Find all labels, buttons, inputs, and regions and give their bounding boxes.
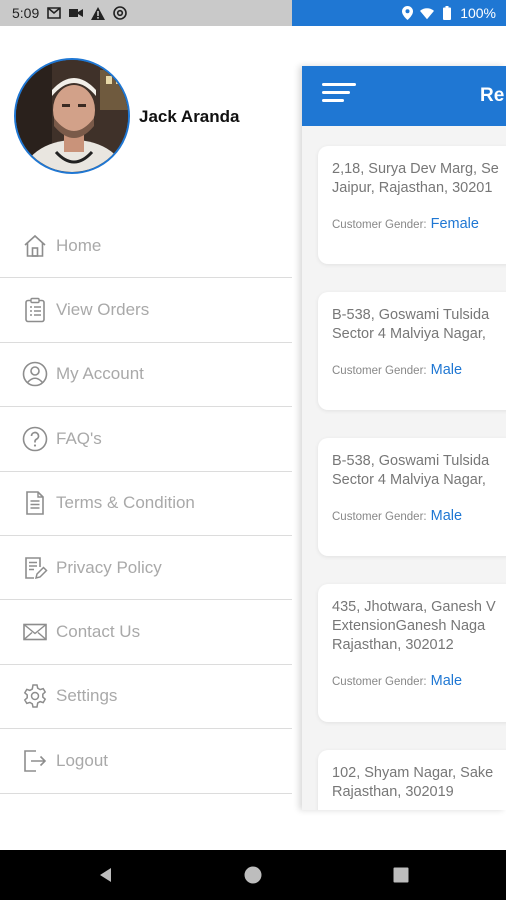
wifi-icon [420,6,435,20]
menu-item-logout[interactable]: Logout [0,729,292,794]
system-navigation-bar [0,850,506,900]
menu-label: Privacy Policy [56,557,162,577]
menu-item-view-orders[interactable]: View Orders [0,278,292,343]
customer-gender-label: Customer Gender: [332,676,427,688]
home-icon [24,234,46,257]
customer-gender: Customer Gender: Female [332,216,506,232]
recents-icon[interactable] [391,865,411,885]
menu-button[interactable] [322,83,356,109]
menu-item-settings[interactable]: Settings [0,665,292,730]
menu-label: FAQ's [56,428,102,448]
order-card[interactable]: 2,18, Surya Dev Marg, Se Jaipur, Rajasth… [318,146,506,264]
battery-level: 100% [460,5,496,21]
back-icon[interactable] [96,865,116,885]
logout-icon [24,750,47,772]
gear-icon [23,684,47,709]
customer-gender: Customer Gender: Male [332,508,506,524]
status-time: 5:09 [12,5,40,21]
menu-label: Contact Us [56,622,141,642]
drawer-menu: Home View Orders My Account FAQ's Terms … [0,214,292,794]
status-bar-left: 5:09 [0,0,292,26]
order-address: 2,18, Surya Dev Marg, Se Jaipur, Rajasth… [332,161,499,196]
menu-item-terms[interactable]: Terms & Condition [0,472,292,536]
customer-gender-value: Male [430,508,463,524]
home-circle-icon[interactable] [243,865,263,885]
hamburger-line [322,99,344,102]
menu-label: Settings [56,686,118,706]
menu-item-privacy-policy[interactable]: Privacy Policy [0,536,292,601]
customer-gender: Customer Gender: Male [332,673,506,689]
customer-gender-label: Customer Gender: [332,365,427,377]
menu-label: My Account [56,364,144,384]
customer-gender-label: Customer Gender: [332,219,427,231]
warning-icon [91,6,106,20]
menu-label: Terms & Condition [56,493,195,513]
orders-screen: Re 2,18, Surya Dev Marg, Se Jaipur, Raja… [302,66,506,810]
status-bar-right: 100% [292,0,506,26]
hamburger-line [322,83,356,86]
header-title: Re [480,85,505,106]
profile-photo [16,60,128,172]
menu-label: Home [56,235,102,255]
menu-label: View Orders [56,300,150,320]
menu-item-contact-us[interactable]: Contact Us [0,600,292,665]
question-icon [22,426,48,452]
avatar[interactable] [14,58,130,174]
customer-gender-value: Male [430,362,463,378]
location-icon [400,6,414,20]
order-address: 435, Jhotwara, Ganesh V ExtensionGanesh … [332,599,496,653]
document-icon [26,491,44,516]
hamburger-line [322,91,350,94]
customer-gender-value: Male [430,673,463,689]
order-address: 102, Shyam Nagar, Sake Rajasthan, 302019 [332,765,494,800]
clipboard-icon [25,297,45,323]
envelope-icon [23,623,47,641]
battery-icon [440,6,454,20]
order-card[interactable]: 435, Jhotwara, Ganesh V ExtensionGanesh … [318,584,506,722]
order-card[interactable]: B-538, Goswami Tulsida Sector 4 Malviya … [318,438,506,556]
navigation-drawer: Jack Aranda Home View Orders My Account … [0,26,292,850]
status-bar: 5:09 100% [0,0,506,26]
policy-edit-icon [25,556,48,579]
menu-item-home[interactable]: Home [0,214,292,279]
customer-gender-value: Female [430,216,479,232]
gmail-icon [47,6,62,20]
at-sign-icon [113,6,128,20]
order-card[interactable]: B-538, Goswami Tulsida Sector 4 Malviya … [318,292,506,410]
menu-item-faqs[interactable]: FAQ's [0,407,292,472]
menu-label: Logout [56,750,108,770]
order-card[interactable]: 102, Shyam Nagar, Sake Rajasthan, 302019 [318,750,506,810]
order-address: B-538, Goswami Tulsida Sector 4 Malviya … [332,453,490,488]
customer-gender-label: Customer Gender: [332,511,427,523]
order-address: B-538, Goswami Tulsida Sector 4 Malviya … [332,307,490,342]
app-header: Re [302,66,506,126]
video-icon [69,6,84,20]
customer-gender: Customer Gender: Male [332,362,506,378]
menu-item-my-account[interactable]: My Account [0,343,292,408]
user-name: Jack Aranda [139,107,240,126]
user-circle-icon [22,362,48,387]
